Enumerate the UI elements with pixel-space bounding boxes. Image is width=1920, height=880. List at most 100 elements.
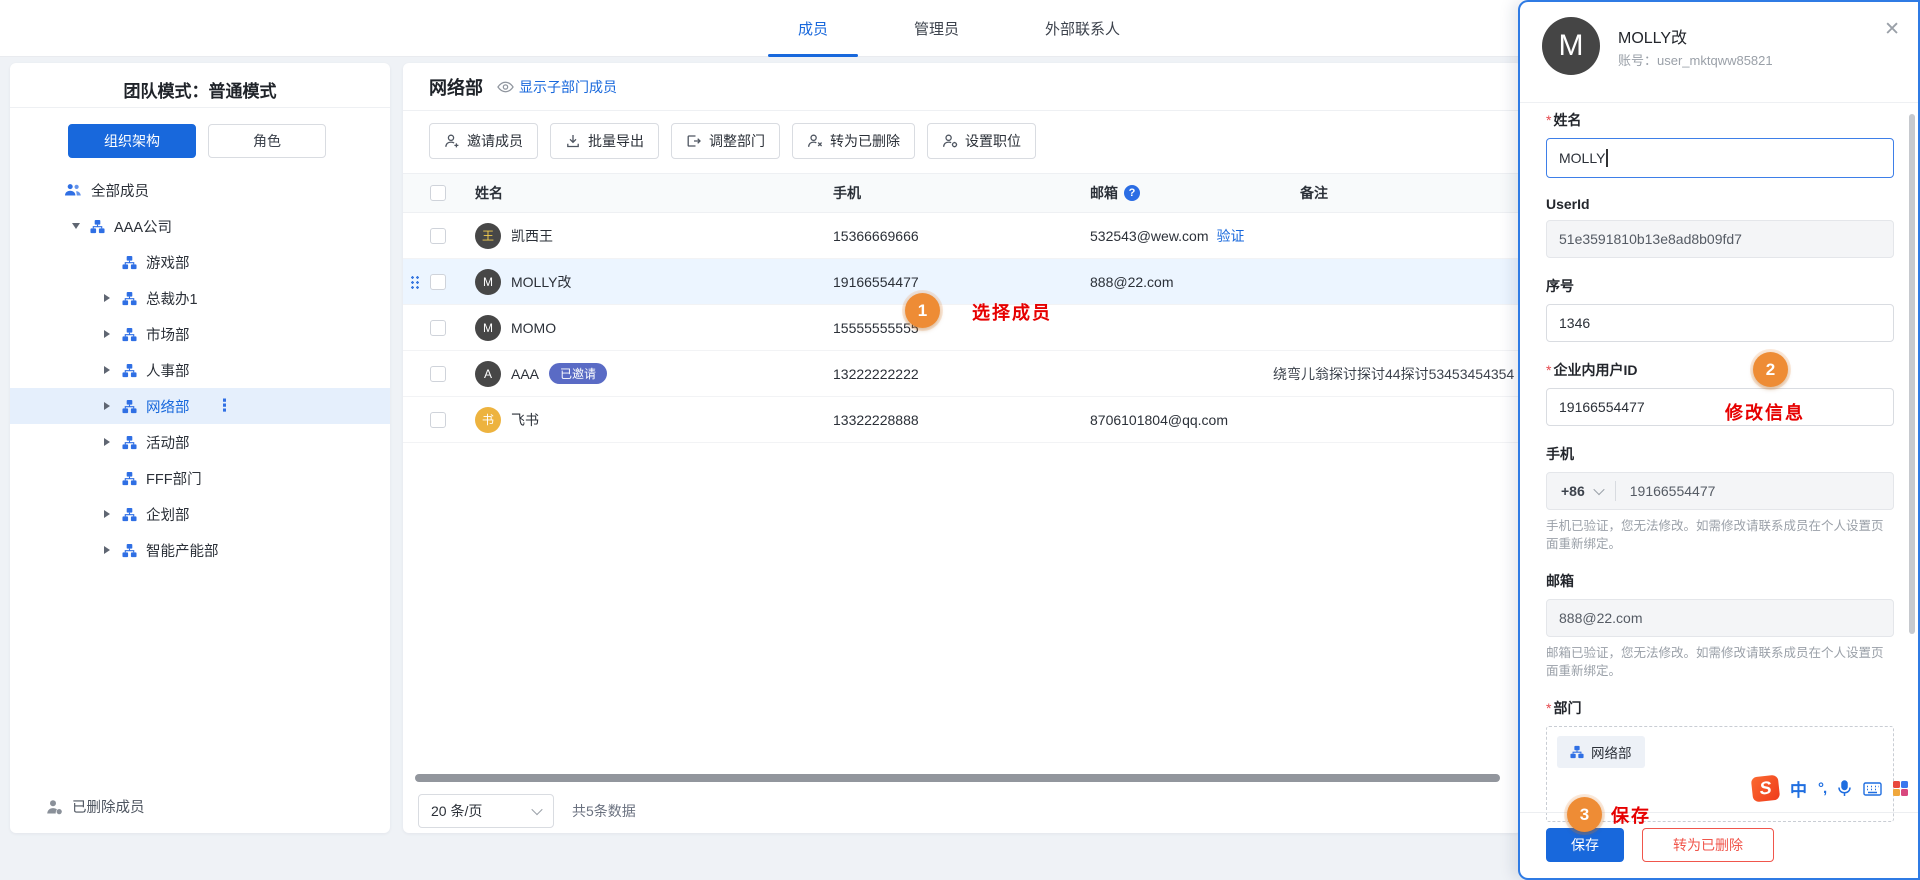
tab-group: 成员 管理员 外部联系人 — [768, 0, 1150, 57]
punctuation-icon[interactable]: °, — [1818, 780, 1826, 797]
userid-input: 51e3591810b13e8ad8b09fd7 — [1546, 220, 1894, 258]
org-icon — [122, 327, 137, 342]
vertical-scrollbar[interactable] — [1909, 114, 1915, 634]
tab-label: 外部联系人 — [1045, 18, 1120, 39]
caret-right-icon[interactable] — [104, 330, 122, 338]
tab-admins[interactable]: 管理员 — [884, 0, 989, 57]
caret-right-icon[interactable] — [104, 294, 122, 302]
text-caret — [1606, 149, 1608, 167]
tree-item-all-members[interactable]: 全部成员 — [10, 172, 390, 208]
tree-item-dept[interactable]: 总裁办1 — [10, 280, 390, 316]
name-input[interactable]: MOLLY — [1546, 138, 1894, 178]
member-name: 凯西王 — [511, 226, 553, 246]
tab-label: 管理员 — [914, 18, 959, 39]
corp-id-input[interactable]: 19166554477 — [1546, 388, 1894, 426]
field-seq: 序号 1346 — [1546, 276, 1894, 342]
tree-item-label: 网络部 — [146, 396, 190, 417]
tree-item-dept[interactable]: 游戏部 — [10, 244, 390, 280]
member-account: 账号：user_mktqww85821 — [1618, 50, 1773, 69]
divider — [403, 110, 1522, 111]
avatar: 书 — [475, 407, 501, 433]
move-to-deleted-button[interactable]: 转为已删除 — [792, 123, 915, 159]
tree-item-dept[interactable]: 活动部 — [10, 424, 390, 460]
save-button[interactable]: 保存 — [1546, 828, 1624, 862]
invited-badge: 已邀请 — [549, 363, 607, 384]
to-deleted-button[interactable]: 转为已删除 — [1642, 828, 1774, 862]
tree-item-dept[interactable]: 人事部 — [10, 352, 390, 388]
row-checkbox[interactable] — [430, 412, 446, 428]
annotation-step-1: 1 — [905, 293, 940, 328]
country-code-value: +86 — [1561, 483, 1585, 499]
tree-item-dept-network-selected[interactable]: 网络部 ⋮ — [10, 388, 390, 424]
drag-handle[interactable] — [410, 275, 420, 290]
help-icon[interactable]: ? — [1124, 185, 1140, 201]
tree-item-dept[interactable]: FFF部门 — [10, 460, 390, 496]
table-row-selected[interactable]: MMOLLY改 19166554477 888@22.com — [403, 259, 1522, 305]
caret-right-icon[interactable] — [104, 546, 122, 554]
ime-toolbox-icon[interactable] — [1893, 781, 1908, 796]
select-all-checkbox[interactable] — [430, 185, 446, 201]
page-size-select[interactable]: 20 条/页 — [418, 794, 554, 828]
tab-label: 成员 — [798, 18, 828, 39]
org-structure-button[interactable]: 组织架构 — [68, 124, 196, 158]
caret-right-icon[interactable] — [104, 510, 122, 518]
chinese-mode-icon[interactable]: 中 — [1790, 776, 1807, 801]
phone-note: 手机已验证，您无法修改。如需修改请联系成员在个人设置页面重新绑定。 — [1546, 517, 1894, 553]
table-row[interactable]: AAAA已邀请 13222222222 绕弯儿翁探讨探讨44探讨53453454… — [403, 351, 1522, 397]
seq-label: 序号 — [1546, 276, 1894, 296]
ime-toolbar: S 中 °, — [1752, 776, 1908, 801]
move-folder-icon — [686, 133, 702, 149]
tree-item-label: 活动部 — [146, 432, 190, 453]
deleted-person-icon — [46, 799, 63, 815]
sogou-logo-icon[interactable]: S — [1751, 775, 1780, 803]
seq-input[interactable]: 1346 — [1546, 304, 1894, 342]
roles-button[interactable]: 角色 — [208, 124, 326, 158]
member-email: 888@22.com — [1090, 259, 1173, 304]
annotation-step-2: 2 — [1753, 352, 1788, 387]
tab-members[interactable]: 成员 — [768, 0, 858, 57]
tree-item-label: 市场部 — [146, 324, 190, 345]
verify-link[interactable]: 验证 — [1217, 226, 1245, 246]
row-checkbox[interactable] — [430, 228, 446, 244]
deleted-members-link[interactable]: 已删除成员 — [10, 796, 390, 817]
people-group-icon — [64, 183, 82, 197]
keyboard-icon[interactable] — [1863, 782, 1882, 796]
tree-item-label: 智能产能部 — [146, 540, 219, 561]
mode-switch: 组织架构 角色 — [68, 124, 390, 158]
org-icon — [122, 543, 137, 558]
department-title: 网络部 — [429, 74, 483, 100]
batch-export-button[interactable]: 批量导出 — [550, 123, 659, 159]
row-checkbox[interactable] — [430, 274, 446, 290]
tab-external-contacts[interactable]: 外部联系人 — [1015, 0, 1150, 57]
microphone-icon[interactable] — [1837, 780, 1852, 797]
avatar: M — [1542, 17, 1600, 75]
show-sub-dept-toggle[interactable]: 显示子部门成员 — [497, 77, 617, 97]
horizontal-scrollbar[interactable] — [415, 774, 1500, 782]
table-row[interactable]: 书飞书 13322228888 8706101804@qq.com — [403, 397, 1522, 443]
table-row[interactable]: MMOMO 15555555555 — [403, 305, 1522, 351]
department-tag[interactable]: 网络部 — [1557, 736, 1645, 768]
divider — [1520, 102, 1918, 103]
department-label: 部门 — [1546, 698, 1894, 718]
divider — [10, 107, 390, 108]
row-checkbox[interactable] — [430, 366, 446, 382]
close-icon[interactable]: ✕ — [1884, 18, 1900, 41]
tree-item-dept[interactable]: 企划部 — [10, 496, 390, 532]
caret-right-icon[interactable] — [104, 438, 122, 446]
tree-item-dept[interactable]: 智能产能部 — [10, 532, 390, 568]
member-name: MOLLY改 — [1618, 24, 1687, 48]
tree-item-label: 企划部 — [146, 504, 190, 525]
tree-item-dept[interactable]: 市场部 — [10, 316, 390, 352]
caret-down-icon[interactable] — [72, 223, 90, 229]
tree-item-company[interactable]: AAA公司 — [10, 208, 390, 244]
caret-right-icon[interactable] — [104, 402, 122, 410]
adjust-department-button[interactable]: 调整部门 — [671, 123, 780, 159]
chevron-down-icon — [531, 804, 542, 815]
set-position-button[interactable]: 设置职位 — [927, 123, 1036, 159]
row-checkbox[interactable] — [430, 320, 446, 336]
more-actions-icon[interactable]: ⋮ — [216, 396, 233, 416]
table-row[interactable]: 王凯西王 15366669666 532543@wew.com验证 — [403, 213, 1522, 259]
caret-right-icon[interactable] — [104, 366, 122, 374]
invite-member-button[interactable]: 邀请成员 — [429, 123, 538, 159]
country-code-select[interactable]: +86 — [1547, 483, 1615, 499]
